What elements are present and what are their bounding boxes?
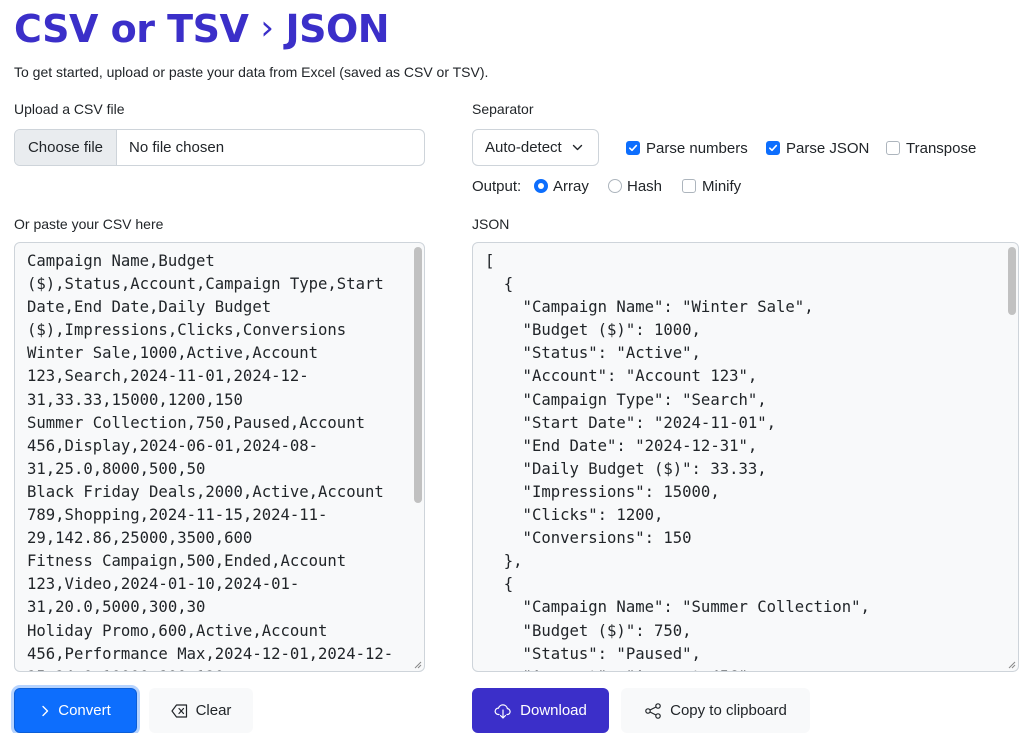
- checkbox-box: [886, 141, 900, 155]
- copy-label: Copy to clipboard: [670, 702, 787, 719]
- transpose-checkbox[interactable]: Transpose: [886, 138, 976, 158]
- clear-label: Clear: [195, 702, 232, 719]
- minify-label: Minify: [702, 177, 742, 195]
- output-hash-radio[interactable]: Hash: [608, 176, 662, 196]
- csv-scrollbar[interactable]: [414, 245, 422, 657]
- download-button[interactable]: Download: [472, 688, 609, 733]
- page-subtitle: To get started, upload or paste your dat…: [14, 64, 489, 80]
- output-array-label: Array: [553, 177, 589, 195]
- output-array-radio[interactable]: Array: [534, 176, 589, 196]
- json-text: [ { "Campaign Name": "Winter Sale", "Bud…: [485, 252, 870, 671]
- file-input[interactable]: Choose file No file chosen: [14, 129, 425, 166]
- upload-label: Upload a CSV file: [14, 101, 125, 117]
- check-icon: [626, 141, 640, 155]
- scrollbar-thumb[interactable]: [1008, 247, 1016, 315]
- title-chevron-icon: ›: [260, 8, 274, 48]
- download-label: Download: [520, 702, 587, 719]
- resize-handle-icon[interactable]: [412, 659, 422, 669]
- json-textarea[interactable]: [ { "Campaign Name": "Winter Sale", "Bud…: [472, 242, 1019, 672]
- csv-text: Campaign Name,Budget ($),Status,Account,…: [27, 252, 394, 671]
- title-source-format: CSV or TSV: [14, 7, 249, 51]
- clear-icon: [170, 703, 188, 718]
- download-cloud-icon: [494, 703, 512, 719]
- clear-button[interactable]: Clear: [149, 688, 253, 733]
- parse-json-label: Parse JSON: [786, 139, 870, 157]
- radio-selected: [534, 179, 548, 193]
- checkbox-box: [682, 179, 696, 193]
- file-status: No file chosen: [129, 139, 225, 156]
- csv-textarea[interactable]: Campaign Name,Budget ($),Status,Account,…: [14, 242, 425, 672]
- separator-label: Separator: [472, 101, 534, 117]
- chevron-down-icon: [572, 144, 583, 151]
- convert-button[interactable]: Convert: [14, 688, 137, 733]
- check-icon: [766, 141, 780, 155]
- json-output-label: JSON: [472, 216, 510, 232]
- parse-numbers-checkbox[interactable]: Parse numbers: [626, 138, 748, 158]
- minify-checkbox[interactable]: Minify: [682, 176, 741, 196]
- transpose-label: Transpose: [906, 139, 977, 157]
- json-scrollbar[interactable]: [1008, 245, 1016, 657]
- scrollbar-thumb[interactable]: [414, 247, 422, 503]
- page-title: CSV or TSV › JSON: [14, 6, 390, 52]
- parse-json-checkbox[interactable]: Parse JSON: [766, 138, 869, 158]
- separator-value: Auto-detect: [485, 139, 562, 156]
- choose-file-button[interactable]: Choose file: [15, 130, 117, 165]
- resize-handle-icon[interactable]: [1006, 659, 1016, 669]
- output-label: Output:: [472, 177, 522, 195]
- csv-input-label: Or paste your CSV here: [14, 216, 164, 232]
- share-icon: [644, 702, 662, 719]
- radio-unselected: [608, 179, 622, 193]
- parse-numbers-label: Parse numbers: [646, 139, 748, 157]
- copy-to-clipboard-button[interactable]: Copy to clipboard: [621, 688, 810, 733]
- convert-label: Convert: [58, 702, 111, 719]
- title-target-format: JSON: [285, 7, 390, 51]
- output-hash-label: Hash: [627, 177, 663, 195]
- chevron-right-icon: [40, 705, 50, 717]
- separator-select[interactable]: Auto-detect: [472, 129, 599, 166]
